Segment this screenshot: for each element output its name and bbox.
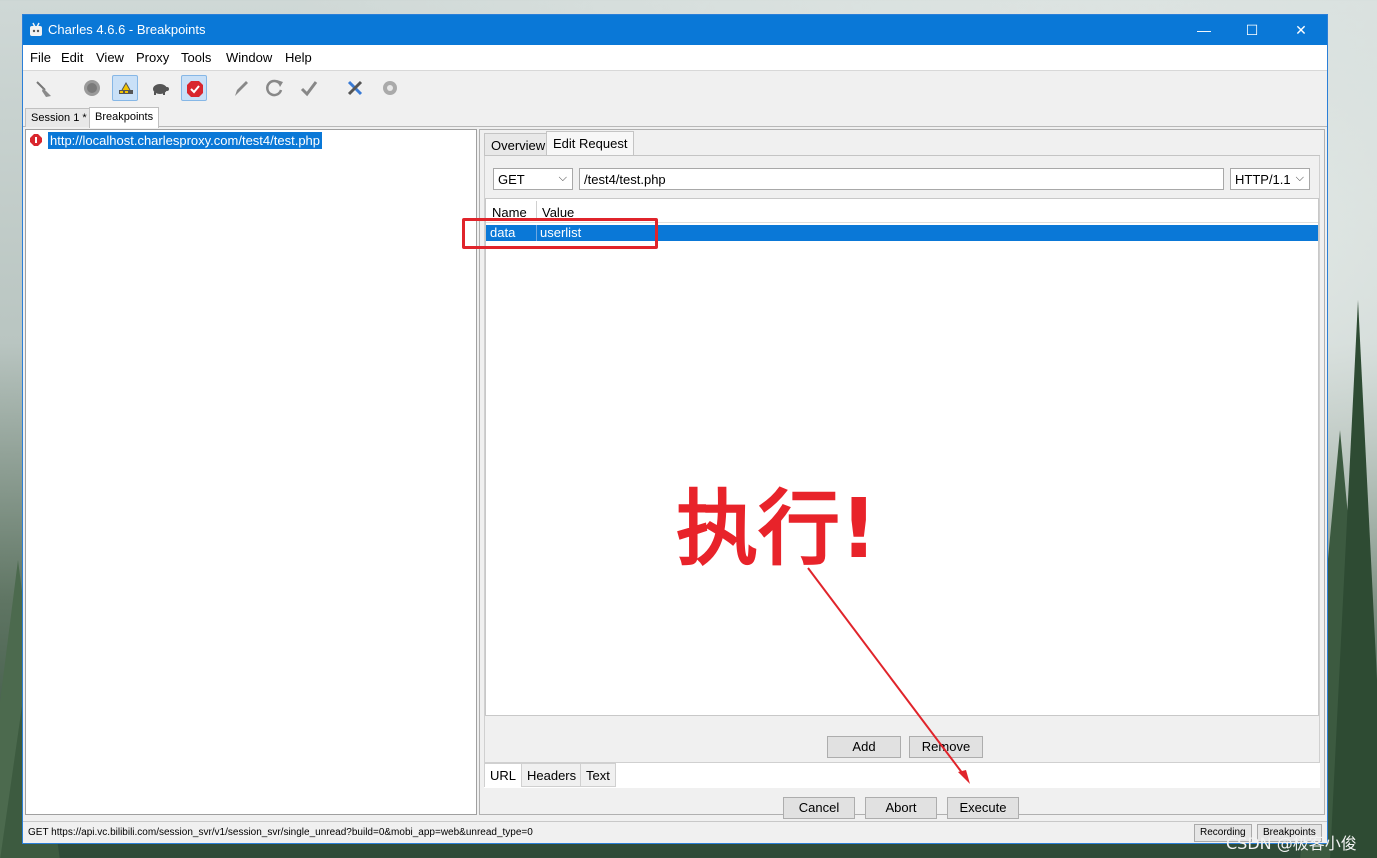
watermark: CSDN @极客小俊	[1226, 834, 1357, 853]
annotation-arrow	[807, 567, 970, 784]
